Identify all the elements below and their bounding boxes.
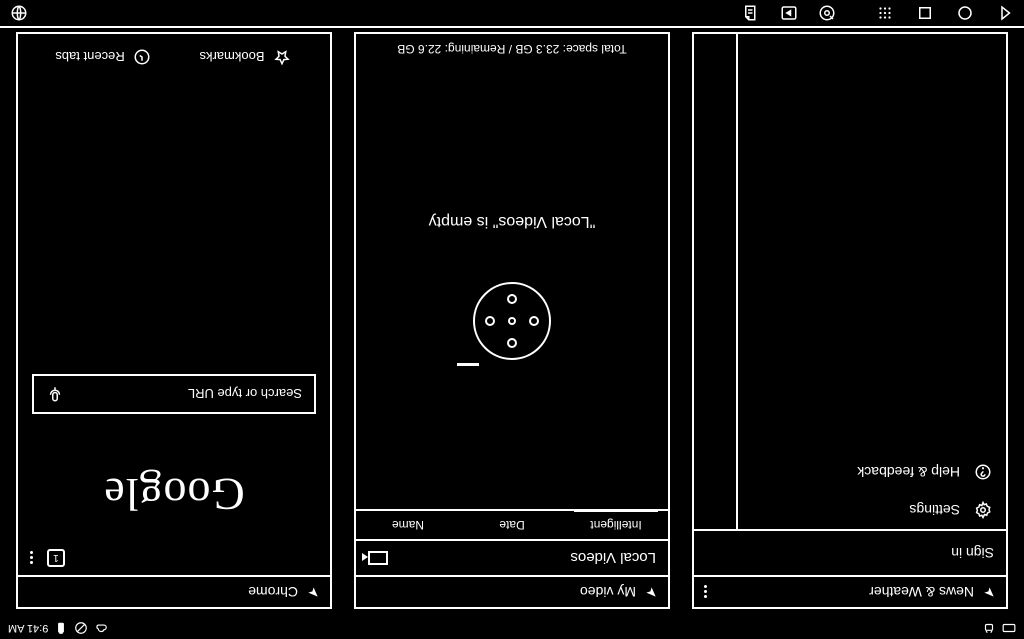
- cursor-icon: [982, 585, 996, 599]
- video-title: My video: [580, 584, 636, 600]
- camera-icon[interactable]: [368, 551, 388, 565]
- news-title-bar[interactable]: News & Weather: [694, 575, 1006, 607]
- keyboard-icon: [1002, 621, 1016, 635]
- no-sim-icon: [74, 621, 88, 635]
- tab-name[interactable]: Name: [356, 511, 460, 539]
- chrome-title: Chrome: [248, 584, 298, 600]
- battery-icon: [54, 621, 68, 635]
- globe-icon[interactable]: [10, 4, 28, 22]
- back-icon[interactable]: [996, 4, 1014, 22]
- video-subheader: Local Videos: [356, 539, 668, 575]
- cloud-icon: [94, 621, 108, 635]
- news-weather-panel: News & Weather Sign in Settings: [692, 32, 1008, 609]
- video-sub-label: Local Videos: [570, 550, 656, 567]
- signin-row[interactable]: Sign in: [694, 529, 1006, 575]
- status-time: 9:41 AM: [8, 622, 48, 634]
- video-title-bar[interactable]: My video: [356, 575, 668, 607]
- recent-tabs-button[interactable]: Recent tabs: [32, 34, 174, 80]
- bookmarks-label: Bookmarks: [199, 50, 264, 65]
- cursor-icon: [306, 585, 320, 599]
- record-icon[interactable]: [818, 4, 836, 22]
- news-title: News & Weather: [869, 584, 974, 600]
- google-logo: Google: [103, 468, 244, 521]
- tab-count[interactable]: 1: [47, 549, 65, 567]
- news-sidebar: [694, 34, 738, 529]
- tab-intelligent[interactable]: Intelligent: [564, 511, 668, 539]
- home-icon[interactable]: [956, 4, 974, 22]
- gear-icon: [974, 501, 992, 519]
- film-reel-icon: [473, 283, 551, 361]
- bookmarks-button[interactable]: Bookmarks: [174, 34, 316, 80]
- document-icon[interactable]: [742, 4, 760, 22]
- my-video-panel: My video Local Videos Intelligent Date N…: [354, 32, 670, 609]
- recent-label: Recent tabs: [55, 50, 124, 65]
- mic-icon[interactable]: [46, 385, 64, 403]
- help-label: Help & feedback: [857, 464, 960, 480]
- chrome-title-bar[interactable]: Chrome: [18, 575, 330, 607]
- status-bar: 9:41 AM: [0, 617, 1024, 639]
- signin-label: Sign in: [951, 545, 994, 561]
- clock-icon: [133, 48, 151, 66]
- nav-bar: [0, 0, 1024, 28]
- help-icon: [974, 463, 992, 481]
- apps-icon[interactable]: [876, 4, 894, 22]
- android-icon: [982, 621, 996, 635]
- help-item[interactable]: Help & feedback: [738, 453, 1006, 491]
- storage-text: Total space: 23.3 GB / Remaining: 22.6 G…: [356, 34, 668, 64]
- tab-date[interactable]: Date: [460, 511, 564, 539]
- settings-item[interactable]: Settings: [738, 491, 1006, 529]
- star-icon: [273, 48, 291, 66]
- cursor-icon: [644, 585, 658, 599]
- recents-icon[interactable]: [916, 4, 934, 22]
- chrome-panel: Chrome 1 Google Search or type URL: [16, 32, 332, 609]
- play-icon[interactable]: [780, 4, 798, 22]
- more-icon[interactable]: [704, 586, 707, 599]
- video-tabs: Intelligent Date Name: [356, 509, 668, 539]
- video-empty-state: "Local Videos" is empty: [356, 64, 668, 509]
- search-input[interactable]: Search or type URL: [32, 374, 316, 414]
- chrome-menu-icon[interactable]: [30, 552, 33, 565]
- settings-label: Settings: [909, 502, 960, 518]
- empty-text: "Local Videos" is empty: [429, 213, 596, 231]
- search-placeholder: Search or type URL: [188, 387, 302, 402]
